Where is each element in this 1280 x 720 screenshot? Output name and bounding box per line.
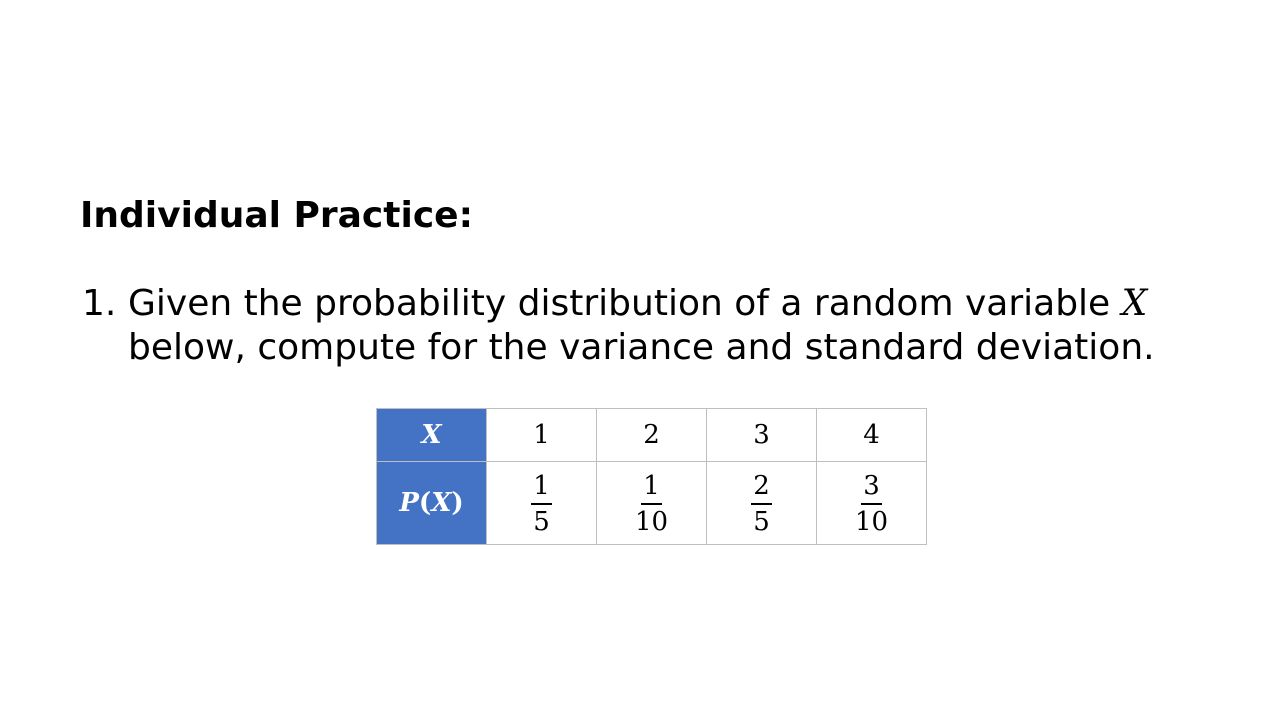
probability-cell: 3 10	[816, 461, 927, 545]
probability-distribution-table: X 1 2 3 4 P(X) 15 1 10 25 3 10	[376, 408, 927, 545]
slide-heading: Individual Practice:	[80, 195, 473, 236]
fraction: 15	[531, 473, 552, 535]
x-value-cell: 2	[596, 408, 707, 462]
table-row-probability: P(X) 15 1 10 25 3 10	[376, 461, 927, 545]
fraction-numerator: 1	[641, 473, 662, 505]
probability-cell: 25	[706, 461, 817, 545]
question-item: 1. Given the probability distribution of…	[82, 282, 1222, 370]
probability-cell: 15	[486, 461, 597, 545]
random-variable-symbol: X	[1121, 283, 1148, 324]
fraction: 3 10	[855, 473, 888, 535]
fraction: 1 10	[635, 473, 668, 535]
fraction-numerator: 3	[861, 473, 882, 505]
fraction-numerator: 2	[751, 473, 772, 505]
question-text-part1: Given the probability distribution of a …	[128, 283, 1122, 324]
x-value-cell: 4	[816, 408, 927, 462]
fraction-denominator: 5	[753, 507, 770, 537]
header-cell-probability: P(X)	[376, 461, 487, 545]
fraction-denominator: 10	[854, 507, 889, 537]
probability-cell: 1 10	[596, 461, 707, 545]
x-value-cell: 1	[486, 408, 597, 462]
fraction-denominator: 5	[533, 507, 550, 537]
fraction-numerator: 1	[531, 473, 552, 505]
x-value-cell: 3	[706, 408, 817, 462]
table-row-x: X 1 2 3 4	[376, 408, 927, 462]
fraction-denominator: 10	[634, 507, 669, 537]
question-text-part2: below, compute for the variance and stan…	[128, 327, 1155, 368]
header-cell-x: X	[376, 408, 487, 462]
question-text: Given the probability distribution of a …	[128, 282, 1222, 370]
fraction: 25	[751, 473, 772, 535]
question-number: 1.	[82, 283, 117, 324]
